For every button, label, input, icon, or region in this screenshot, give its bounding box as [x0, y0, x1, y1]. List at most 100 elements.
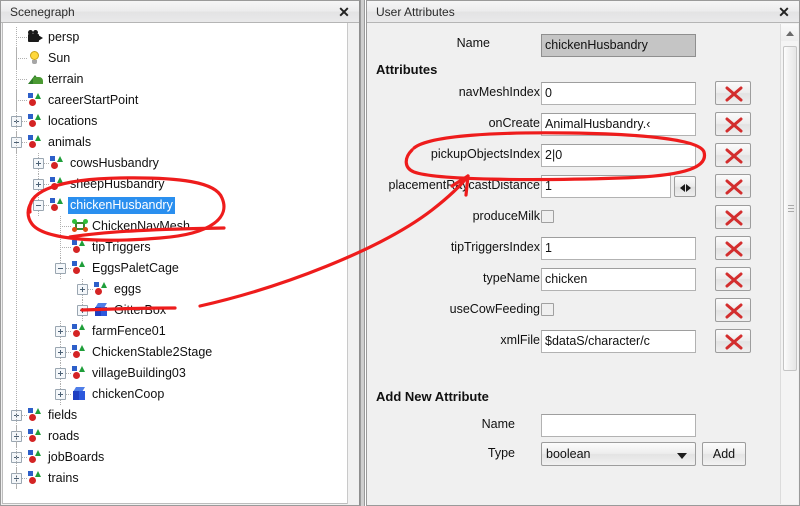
tree-row[interactable]: ChickenStable2Stage	[3, 342, 348, 363]
delete-attribute-button[interactable]	[715, 81, 751, 105]
collapse-icon[interactable]	[33, 200, 44, 211]
scenegraph-panel: Scenegraph ✕ perspSunterraincareerStartP…	[0, 0, 360, 506]
attribute-value-input[interactable]: $dataS/character/c	[541, 330, 696, 353]
attribute-value-input[interactable]: chicken	[541, 268, 696, 291]
scrollbar-thumb[interactable]	[783, 46, 797, 371]
node-icon	[28, 93, 42, 107]
tree-row[interactable]: sheepHusbandry	[3, 174, 348, 195]
delete-x-icon	[723, 116, 745, 134]
tree-row[interactable]: eggs	[3, 279, 348, 300]
tree-row-label: jobBoards	[46, 449, 106, 466]
tree-row[interactable]: EggsPaletCage	[3, 258, 348, 279]
camera-icon	[28, 30, 44, 43]
attribute-label: placementRaycastDistance	[389, 178, 540, 192]
expand-icon[interactable]	[33, 158, 44, 169]
delete-attribute-button[interactable]	[715, 236, 751, 260]
new-attribute-type-label: Type	[488, 446, 515, 460]
attribute-checkbox[interactable]	[541, 210, 554, 223]
tree-row[interactable]: fields	[3, 405, 348, 426]
attribute-value-input[interactable]: 2|0	[541, 144, 696, 167]
tree-row[interactable]: roads	[3, 426, 348, 447]
tree-row[interactable]: animals	[3, 132, 348, 153]
delete-x-icon	[723, 147, 745, 165]
light-icon	[28, 51, 42, 65]
tree-row[interactable]: farmFence01	[3, 321, 348, 342]
node-icon	[72, 324, 86, 338]
delete-attribute-button[interactable]	[715, 143, 751, 167]
node-icon	[28, 429, 42, 443]
name-label: Name	[457, 36, 490, 50]
tree-row[interactable]: ChickenNavMesh	[3, 216, 348, 237]
attribute-row: navMeshIndex0	[368, 80, 780, 106]
new-attribute-name-input[interactable]	[541, 414, 696, 437]
tree-row-label: EggsPaletCage	[90, 260, 181, 277]
node-icon	[28, 135, 42, 149]
node-icon	[94, 282, 108, 296]
tree-row[interactable]: terrain	[3, 69, 348, 90]
expand-icon[interactable]	[77, 284, 88, 295]
close-icon[interactable]: ✕	[335, 3, 353, 21]
delete-attribute-button[interactable]	[715, 298, 751, 322]
attribute-checkbox[interactable]	[541, 303, 554, 316]
delete-x-icon	[723, 85, 745, 103]
delete-x-icon	[723, 333, 745, 351]
panel-splitter[interactable]	[360, 0, 365, 506]
attribute-row: xmlFile$dataS/character/c	[368, 328, 780, 354]
scroll-up-arrow-icon[interactable]	[781, 24, 798, 41]
delete-attribute-button[interactable]	[715, 205, 751, 229]
user-attributes-vertical-scrollbar[interactable]	[780, 24, 798, 504]
collapse-icon[interactable]	[55, 263, 66, 274]
expand-icon[interactable]	[55, 368, 66, 379]
tree-row[interactable]: tipTriggers	[3, 237, 348, 258]
attributes-heading: Attributes	[376, 62, 437, 77]
expand-icon[interactable]	[77, 305, 88, 316]
tree-row[interactable]: villageBuilding03	[3, 363, 348, 384]
tree-row[interactable]: jobBoards	[3, 447, 348, 468]
tree-row[interactable]: GitterBox	[3, 300, 348, 321]
chevron-down-icon	[677, 453, 687, 459]
tree-guide-horizontal	[60, 226, 72, 227]
expand-icon[interactable]	[33, 179, 44, 190]
delete-attribute-button[interactable]	[715, 329, 751, 353]
attribute-row: produceMilk	[368, 204, 780, 230]
tree-row[interactable]: locations	[3, 111, 348, 132]
tree-guide-horizontal	[60, 247, 72, 248]
attribute-value-input[interactable]: 1	[541, 175, 671, 198]
attribute-label: navMeshIndex	[459, 85, 540, 99]
attribute-row: placementRaycastDistance1	[368, 173, 780, 199]
delete-attribute-button[interactable]	[715, 112, 751, 136]
tree-row[interactable]: chickenCoop	[3, 384, 348, 405]
new-attribute-type-select[interactable]: boolean	[541, 442, 696, 466]
tree-row-label: eggs	[112, 281, 143, 298]
attribute-value-input[interactable]: 0	[541, 82, 696, 105]
delete-attribute-button[interactable]	[715, 267, 751, 291]
tree-guide-horizontal	[16, 58, 28, 59]
tree-row-label: tipTriggers	[90, 239, 153, 256]
node-icon	[28, 471, 42, 485]
name-value: chickenHusbandry	[541, 34, 696, 57]
attribute-spinner[interactable]	[674, 176, 696, 197]
tree-row[interactable]: careerStartPoint	[3, 90, 348, 111]
delete-x-icon	[723, 240, 745, 258]
tree-row[interactable]: cowsHusbandry	[3, 153, 348, 174]
scenegraph-vertical-scrollbar[interactable]	[347, 23, 358, 504]
expand-icon[interactable]	[55, 389, 66, 400]
tree-row[interactable]: trains	[3, 468, 348, 489]
tree-row-label: ChickenNavMesh	[90, 218, 192, 235]
attribute-row: pickupObjectsIndex2|0	[368, 142, 780, 168]
tree-row[interactable]: persp	[3, 27, 348, 48]
scenegraph-tree-area[interactable]: perspSunterraincareerStartPointlocations…	[2, 23, 348, 504]
close-icon[interactable]: ✕	[775, 3, 793, 21]
delete-x-icon	[723, 209, 745, 227]
expand-icon[interactable]	[55, 326, 66, 337]
node-icon	[72, 366, 86, 380]
attribute-value-input[interactable]: AnimalHusbandry.‹	[541, 113, 696, 136]
tree-row[interactable]: chickenHusbandry	[3, 195, 348, 216]
delete-x-icon	[723, 302, 745, 320]
attribute-row: onCreateAnimalHusbandry.‹	[368, 111, 780, 137]
tree-row[interactable]: Sun	[3, 48, 348, 69]
delete-attribute-button[interactable]	[715, 174, 751, 198]
attribute-value-input[interactable]: 1	[541, 237, 696, 260]
expand-icon[interactable]	[55, 347, 66, 358]
add-attribute-button[interactable]: Add	[702, 442, 746, 466]
